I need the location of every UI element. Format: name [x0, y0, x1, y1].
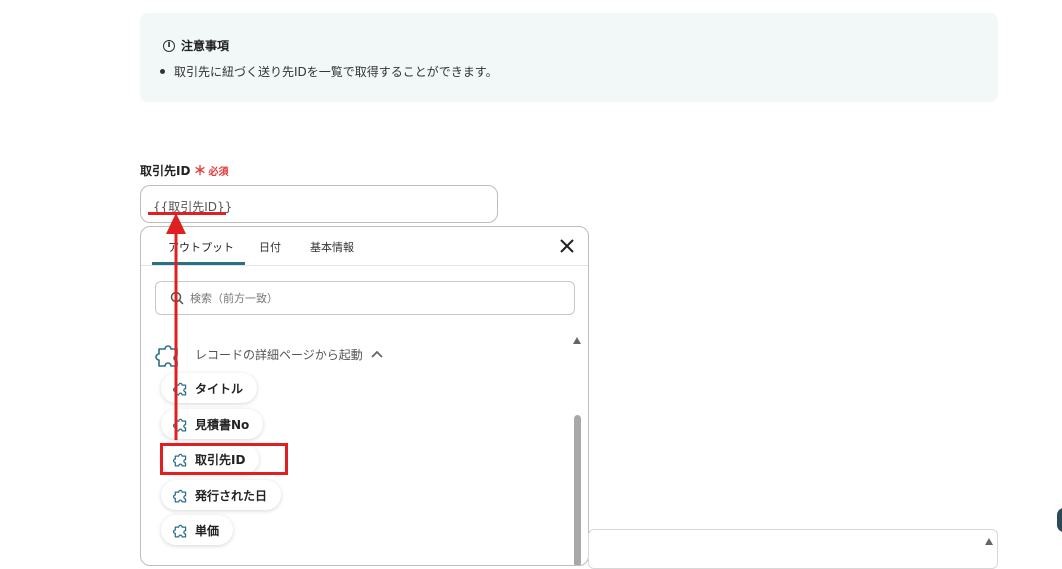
search-input[interactable]: [190, 282, 560, 314]
info-icon: i: [163, 39, 175, 52]
puzzle-piece-icon: [173, 418, 187, 432]
puzzle-piece-icon: [173, 524, 187, 538]
annotation-underline: [148, 212, 226, 215]
puzzle-piece-icon: [173, 489, 187, 503]
tab-output[interactable]: アウトプット: [168, 239, 234, 255]
variable-picker-popup: アウトプット 日付 基本情報 レコードの詳細ページから起動 タイトル: [140, 226, 589, 566]
required-star-icon: ＊: [193, 164, 207, 179]
floating-help-button[interactable]: [1057, 508, 1062, 532]
chevron-up-icon[interactable]: [371, 350, 383, 358]
group-header[interactable]: レコードの詳細ページから起動: [155, 340, 383, 368]
required-text: 必須: [208, 167, 229, 178]
output-chip[interactable]: タイトル: [161, 373, 258, 403]
field-label: 取引先ID ＊ 必須: [140, 160, 228, 179]
active-tab-indicator: [152, 262, 245, 265]
scroll-up-arrow-icon[interactable]: [985, 538, 993, 545]
notice-list-item: 取引先に紐づく送り先IDを一覧で取得することができます。: [160, 63, 498, 80]
puzzle-piece-icon: [173, 382, 187, 396]
tab-date[interactable]: 日付: [259, 239, 281, 255]
notice-title: i 注意事項: [163, 37, 229, 54]
scroll-up-arrow-icon[interactable]: [573, 337, 581, 344]
lower-field-box[interactable]: [588, 529, 998, 569]
bullet-icon: [160, 69, 165, 74]
output-chip-label: 発行された日: [195, 488, 268, 503]
output-chip-label: 取引先ID: [195, 452, 246, 467]
output-chip-label: タイトル: [195, 381, 244, 396]
scrollbar[interactable]: [571, 333, 583, 565]
group-title: レコードの詳細ページから起動: [195, 347, 363, 362]
output-chip-label: 単価: [195, 523, 220, 538]
search-icon: [170, 291, 184, 305]
output-chip[interactable]: 単価: [161, 515, 234, 545]
search-box[interactable]: [155, 281, 575, 315]
scrollbar-thumb[interactable]: [574, 415, 581, 565]
partner-id-input[interactable]: {{取引先ID}}: [140, 185, 498, 223]
field-label-text: 取引先ID: [140, 164, 191, 178]
output-chip[interactable]: 発行された日: [161, 480, 282, 510]
puzzle-piece-icon: [173, 453, 187, 467]
output-chip-label: 見積書No: [195, 417, 250, 432]
tab-basic-info[interactable]: 基本情報: [310, 239, 354, 255]
close-icon[interactable]: [558, 237, 576, 255]
output-chip[interactable]: 見積書No: [161, 409, 264, 439]
tab-bar: アウトプット 日付 基本情報: [141, 227, 588, 266]
puzzle-piece-icon: [155, 345, 178, 367]
notice-box: i 注意事項 取引先に紐づく送り先IDを一覧で取得することができます。: [140, 13, 998, 102]
output-chip-partner-id[interactable]: 取引先ID: [161, 444, 260, 474]
notice-item-text: 取引先に紐づく送り先IDを一覧で取得することができます。: [174, 65, 498, 79]
notice-title-text: 注意事項: [181, 39, 230, 53]
